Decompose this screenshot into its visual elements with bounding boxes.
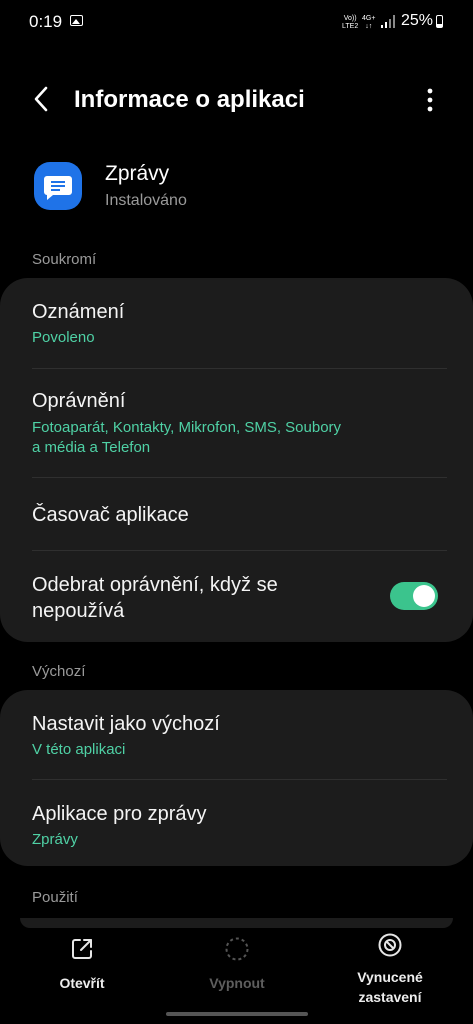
notifications-row[interactable]: Oznámení Povoleno	[0, 278, 473, 366]
more-options-icon[interactable]	[420, 86, 440, 114]
remove-permissions-title-line1: Odebrat oprávnění, když se	[32, 574, 278, 596]
app-timer-title: Časovač aplikace	[32, 504, 189, 526]
messaging-app-row[interactable]: Aplikace pro zprávy Zprávy	[0, 780, 473, 866]
network-type-indicator: 4G+ ↓↑	[362, 15, 376, 30]
disable-icon	[225, 937, 249, 961]
force-stop-button[interactable]: Vynucené zastavení	[340, 930, 440, 1010]
force-stop-icon	[378, 933, 402, 957]
open-label: Otevřít	[59, 975, 105, 991]
set-default-title: Nastavit jako výchozí	[32, 713, 220, 735]
set-default-subtitle: V této aplikaci	[32, 741, 126, 758]
back-button[interactable]	[28, 84, 56, 114]
remove-permissions-title-line2: nepoužívá	[32, 600, 125, 622]
privacy-card: Oznámení Povoleno Oprávnění Fotoaparát, …	[0, 278, 473, 642]
battery-percentage: 25%	[401, 12, 434, 29]
section-label-usage: Použití	[32, 889, 78, 906]
permissions-list-line1: Fotoaparát, Kontakty, Mikrofon, SMS, Sou…	[32, 419, 342, 436]
notifications-title: Oznámení	[32, 301, 125, 323]
volte-indicator: Vo)) LTE2	[342, 15, 359, 30]
app-install-status: Instalováno	[105, 192, 187, 209]
app-bar: Informace o aplikaci	[0, 72, 473, 128]
defaults-card: Nastavit jako výchozí V této aplikaci Ap…	[0, 690, 473, 866]
remove-permissions-toggle[interactable]	[390, 582, 438, 610]
toggle-knob	[413, 585, 435, 607]
permissions-title: Oprávnění	[32, 390, 126, 412]
card-edge	[20, 918, 453, 928]
home-indicator[interactable]	[166, 1012, 308, 1016]
permissions-list-line2: a média a Telefon	[32, 439, 151, 456]
messages-app-icon	[34, 162, 82, 210]
remove-permissions-row[interactable]: Odebrat oprávnění, když se nepoužívá	[0, 551, 473, 642]
disable-button[interactable]: Vypnout	[188, 930, 286, 1010]
section-label-privacy: Soukromí	[32, 251, 97, 268]
force-stop-label-line2: zastavení	[358, 989, 422, 1005]
messaging-app-title: Aplikace pro zprávy	[32, 803, 207, 825]
gallery-notification-icon	[70, 15, 83, 26]
permissions-row[interactable]: Oprávnění Fotoaparát, Kontakty, Mikrofon…	[0, 369, 473, 477]
page-title: Informace o aplikaci	[74, 86, 305, 113]
open-button[interactable]: Otevřít	[34, 930, 130, 1010]
disable-label: Vypnout	[209, 975, 265, 991]
app-info: Zprávy Instalováno	[0, 158, 473, 218]
status-time: 0:19	[29, 12, 63, 31]
bottom-action-bar: Otevřít Vypnout Vynucené zastavení	[0, 918, 473, 1024]
section-label-defaults: Výchozí	[32, 663, 86, 680]
set-default-row[interactable]: Nastavit jako výchozí V této aplikaci	[0, 690, 473, 778]
notifications-status: Povoleno	[32, 329, 95, 346]
app-timer-row[interactable]: Časovač aplikace	[0, 478, 473, 550]
messaging-app-subtitle: Zprávy	[32, 831, 78, 848]
status-bar: 0:19 Vo)) LTE2 4G+ ↓↑ 25%	[0, 0, 473, 44]
app-name: Zprávy	[105, 162, 170, 185]
force-stop-label-line1: Vynucené	[357, 969, 423, 985]
open-external-icon	[72, 939, 92, 959]
signal-icon	[381, 15, 395, 28]
battery-icon	[436, 15, 443, 28]
